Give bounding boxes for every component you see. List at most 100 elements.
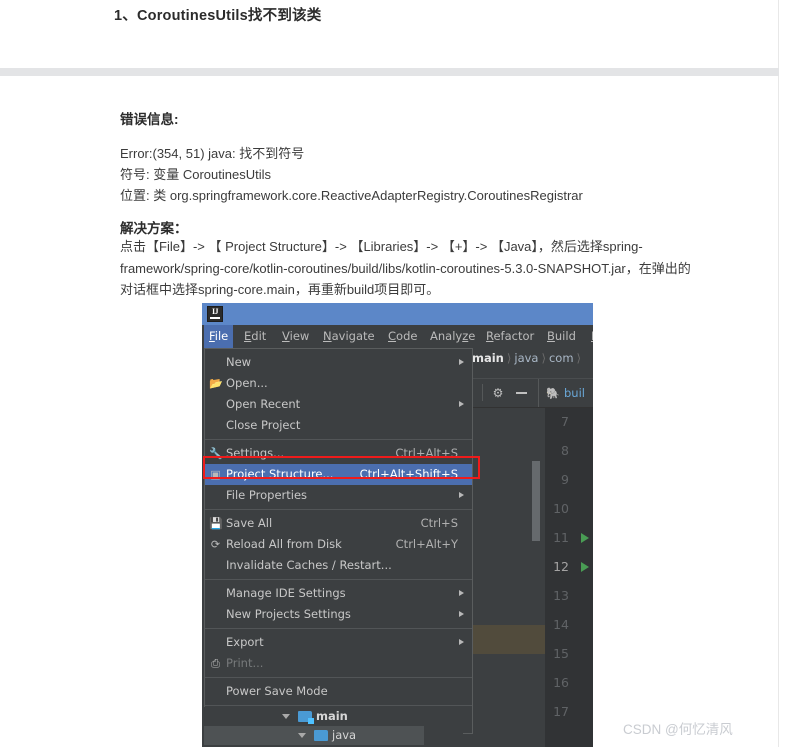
menu-item-manage-ide-settings[interactable]: Manage IDE Settings <box>205 583 472 604</box>
gutter-line-number: 15 <box>553 646 569 661</box>
menu-item-label: Reload All from Disk <box>226 537 342 551</box>
editor-area[interactable]: 7 8 9 10 11 12 13 14 15 16 17 <box>464 406 593 747</box>
error-line-2: 符号: 变量 CoroutinesUtils <box>120 167 271 182</box>
project-tree[interactable]: main java <box>204 707 463 747</box>
folder-icon <box>314 730 328 741</box>
menu-item-reload-all-from-disk[interactable]: ⟳ Reload All from Disk Ctrl+Alt+Y <box>205 534 472 555</box>
reload-icon: ⟳ <box>210 538 221 551</box>
gutter-line-number: 10 <box>553 501 569 516</box>
chevron-down-icon[interactable] <box>298 733 306 738</box>
menu-item-label: Save All <box>226 516 273 530</box>
menu-item-label: Export <box>226 635 264 649</box>
menu-item-label: New <box>226 355 252 369</box>
error-line-3: 位置: 类 org.springframework.core.ReactiveA… <box>120 188 583 203</box>
file-menu-popup[interactable]: New 📂 Open... Open Recent Close Project 🔧 Sett… <box>204 348 473 734</box>
menu-item-project-structure[interactable]: ▣ Project Structure... Ctrl+Alt+Shift+S <box>205 464 472 485</box>
breadcrumb-separator: ⟩ <box>541 351 546 365</box>
solution-section-title: 解决方案： <box>120 221 188 236</box>
submenu-arrow-icon <box>459 359 464 365</box>
gutter-line-number: 12 <box>553 559 569 574</box>
gutter-line-number: 14 <box>553 617 569 632</box>
tree-node-label: main <box>316 709 348 723</box>
breadcrumb-item-com[interactable]: com <box>549 351 574 365</box>
menu-item-label: Manage IDE Settings <box>226 586 346 600</box>
submenu-arrow-icon <box>459 590 464 596</box>
breadcrumb-item-main[interactable]: main <box>472 351 504 365</box>
menu-item-label: Close Project <box>226 418 301 432</box>
gutter-line-number: 7 <box>561 414 569 429</box>
menu-item-settings[interactable]: 🔧 Settings... Ctrl+Alt+S <box>205 443 472 464</box>
menubar-item-code[interactable]: Code <box>383 325 422 348</box>
menu-item-open-recent[interactable]: Open Recent <box>205 394 472 415</box>
menu-item-label: Power Save Mode <box>226 684 328 698</box>
menu-item-power-save-mode[interactable]: Power Save Mode <box>205 681 472 702</box>
menu-separator <box>205 628 472 629</box>
menu-item-open[interactable]: 📂 Open... <box>205 373 472 394</box>
menu-item-print[interactable]: ⎙ Print... <box>205 653 472 674</box>
error-line-1: Error:(354, 51) java: 找不到符号 <box>120 146 305 161</box>
solution-paragraph: 点击【File】-> 【 Project Structure】-> 【Libra… <box>120 239 691 297</box>
gutter-line-number: 9 <box>561 472 569 487</box>
menu-item-shortcut: Ctrl+Alt+S <box>395 446 458 460</box>
menu-item-label: Settings... <box>226 446 285 460</box>
ide-title-bar: IJ <box>202 303 593 325</box>
editor-gutter: 7 8 9 10 11 12 13 14 15 16 17 <box>545 406 593 747</box>
article-page: 1、CoroutinesUtils找不到该类 错误信息: Error:(354,… <box>0 0 779 747</box>
gradle-toolbar: ⚙ 🐘 buil <box>464 378 593 408</box>
menu-item-label: Project Structure... <box>226 467 334 481</box>
gradle-project-label[interactable]: buil <box>564 386 585 400</box>
error-section-title: 错误信息: <box>120 112 179 127</box>
submenu-arrow-icon <box>459 639 464 645</box>
gradle-elephant-icon: 🐘 <box>546 387 560 400</box>
menu-item-shortcut: Ctrl+S <box>420 516 458 530</box>
submenu-arrow-icon <box>459 492 464 498</box>
menu-separator <box>205 705 472 706</box>
collapse-icon[interactable] <box>516 392 527 394</box>
menu-item-label: Open... <box>226 376 268 390</box>
menubar-item-build[interactable]: Build <box>542 325 581 348</box>
breadcrumb: main ⟩ java ⟩ com ⟩ <box>472 351 584 365</box>
breadcrumb-item-java[interactable]: java <box>514 351 538 365</box>
menu-item-label: New Projects Settings <box>226 607 351 621</box>
menu-item-close-project[interactable]: Close Project <box>205 415 472 436</box>
tree-node-java[interactable]: java <box>204 726 424 745</box>
menubar-item-analyze[interactable]: Analyze <box>425 325 480 348</box>
run-gutter-icon[interactable] <box>581 533 589 543</box>
intellij-screenshot: IJ main ⟩ java ⟩ com ⟩ 7 8 9 10 11 12 13 14 15 16 17 ⚙ … <box>202 303 593 747</box>
toolbar-separator <box>538 379 539 407</box>
menu-item-file-properties[interactable]: File Properties <box>205 485 472 506</box>
intellij-logo-icon: IJ <box>207 306 223 322</box>
menu-separator <box>205 509 472 510</box>
menu-separator <box>205 439 472 440</box>
editor-scrollbar[interactable] <box>532 461 540 541</box>
menubar-item-view[interactable]: View <box>277 325 314 348</box>
menubar-item-file[interactable]: File <box>204 325 234 348</box>
gear-icon[interactable]: ⚙ <box>492 387 504 399</box>
gutter-line-number: 17 <box>553 704 569 719</box>
menu-item-new-projects-settings[interactable]: New Projects Settings <box>205 604 472 625</box>
submenu-arrow-icon <box>459 401 464 407</box>
menubar-item-refactor[interactable]: Refactor <box>481 325 539 348</box>
run-gutter-icon[interactable] <box>581 562 589 572</box>
menu-item-save-all[interactable]: 💾 Save All Ctrl+S <box>205 513 472 534</box>
tree-node-label: java <box>332 728 357 742</box>
ide-menu-bar: File Edit View Navigate Code Analyze Refactor B… <box>202 325 593 348</box>
breadcrumb-separator: ⟩ <box>576 351 582 365</box>
menu-item-invalidate-caches-restart[interactable]: Invalidate Caches / Restart... <box>205 555 472 576</box>
gutter-line-number: 8 <box>561 443 569 458</box>
menubar-item-navigate[interactable]: Navigate <box>318 325 380 348</box>
menubar-item-edit[interactable]: Edit <box>239 325 271 348</box>
submenu-arrow-icon <box>459 611 464 617</box>
menu-separator <box>205 579 472 580</box>
save-icon: 💾 <box>209 517 223 530</box>
gutter-line-number: 16 <box>553 675 569 690</box>
project-structure-icon: ▣ <box>210 468 221 481</box>
gutter-line-number: 11 <box>553 530 569 545</box>
menu-item-shortcut: Ctrl+Alt+Y <box>395 537 458 551</box>
menu-item-export[interactable]: Export <box>205 632 472 653</box>
menu-item-new[interactable]: New <box>205 352 472 373</box>
menubar-item-ru[interactable]: Ru <box>586 325 593 348</box>
folder-open-icon: 📂 <box>209 377 223 390</box>
page-right-gutter <box>779 0 795 747</box>
chevron-down-icon[interactable] <box>282 714 290 719</box>
